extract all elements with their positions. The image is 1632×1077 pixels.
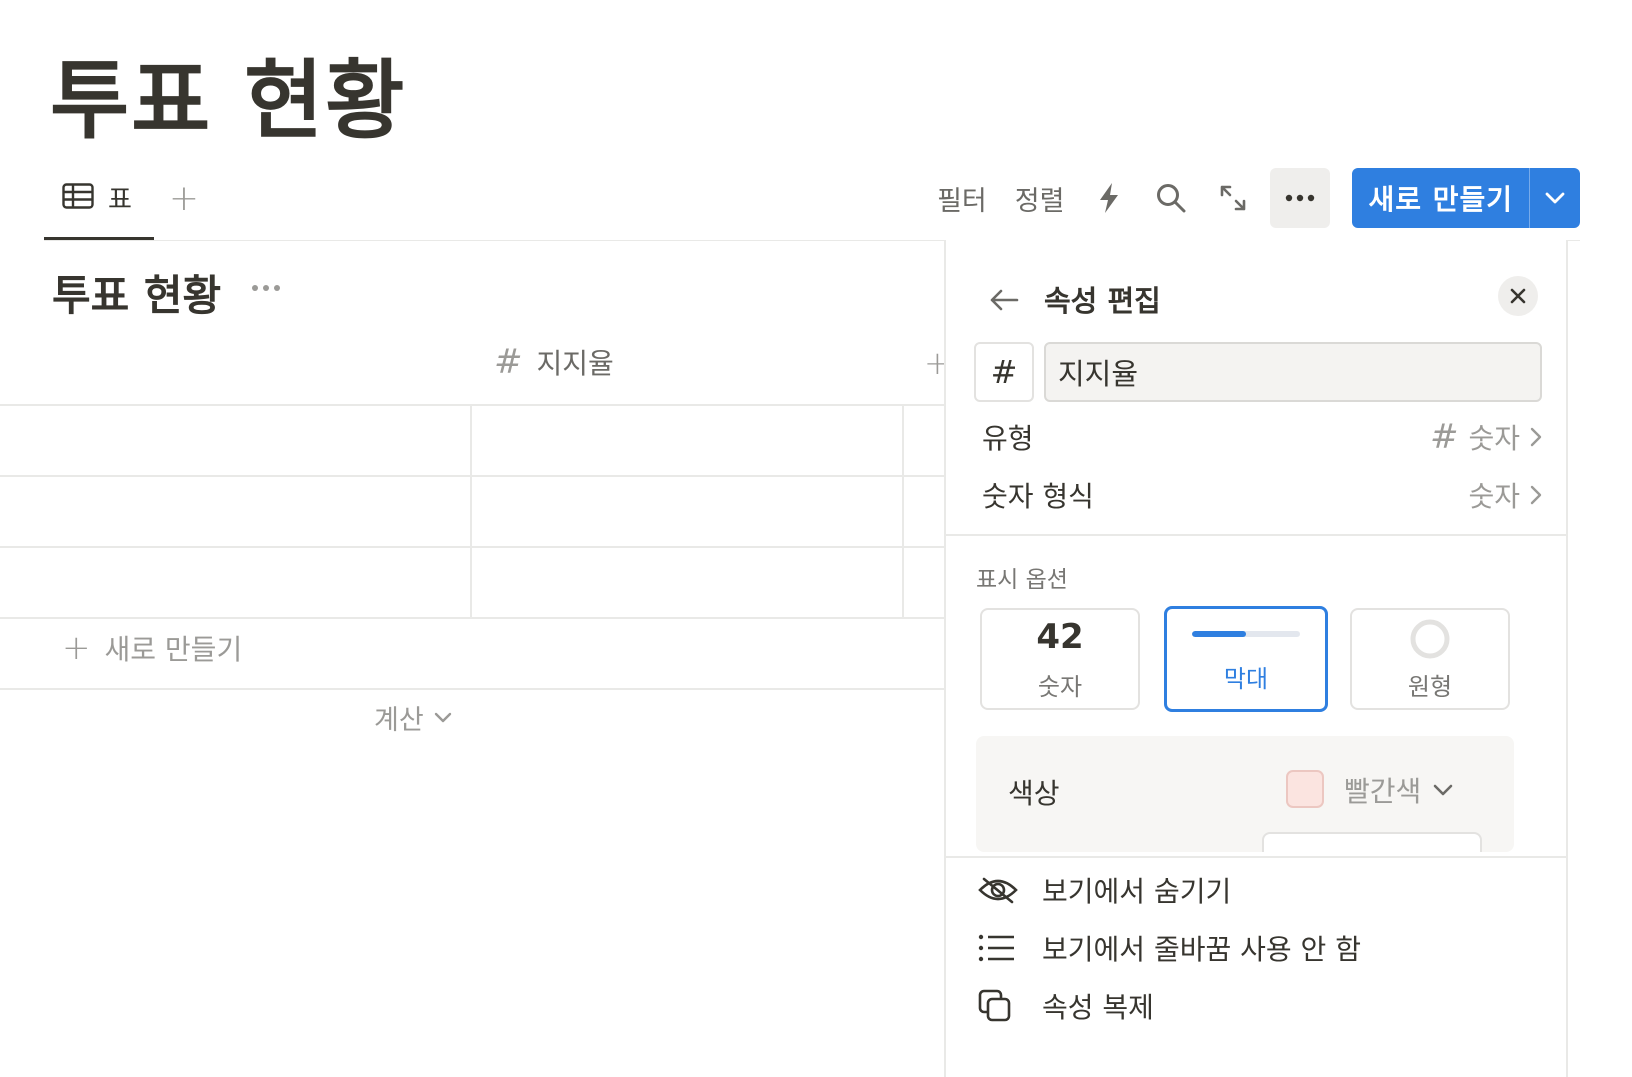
page-title: 투표 현황 xyxy=(50,51,407,151)
bar-preview xyxy=(1192,630,1300,637)
add-view-button[interactable]: + xyxy=(162,176,206,220)
search-button[interactable] xyxy=(1143,170,1199,226)
view-title-more-button[interactable] xyxy=(246,268,286,308)
column-header-label: 지지율 xyxy=(536,347,614,380)
table-footer-border xyxy=(0,688,944,690)
add-row-button[interactable]: + 새로 만들기 xyxy=(62,628,242,668)
list-icon xyxy=(978,934,1024,962)
ellipsis-icon xyxy=(252,285,280,291)
display-option-label: 막대 xyxy=(1223,664,1269,693)
new-button-main[interactable]: 새로 만들기 xyxy=(1352,178,1529,218)
display-option-label: 원형 xyxy=(1407,672,1453,701)
back-button[interactable] xyxy=(984,280,1024,320)
number-type-icon: # xyxy=(1429,417,1459,457)
display-options-label: 표시 옵션 xyxy=(976,567,1068,593)
number-format-label: 숫자 형식 xyxy=(982,480,1094,513)
view-toolbar: 표 + 필터 정렬 새로 만들기 xyxy=(44,158,1580,240)
table-row-border xyxy=(0,617,944,619)
close-button[interactable] xyxy=(1498,276,1538,316)
toolbar-actions: 필터 정렬 새로 만들기 xyxy=(923,168,1580,228)
sort-button[interactable]: 정렬 xyxy=(1015,179,1065,218)
chevron-down-icon xyxy=(1545,192,1565,204)
color-dropdown[interactable]: 빨간색 xyxy=(1344,770,1453,810)
display-option-number[interactable]: 42 숫자 xyxy=(980,608,1140,710)
expand-icon xyxy=(1221,185,1246,211)
hide-in-view-item[interactable]: 보기에서 숨기기 xyxy=(978,862,1538,918)
chevron-right-icon xyxy=(1530,427,1542,447)
add-row-label: 새로 만들기 xyxy=(104,633,243,666)
color-swatch[interactable] xyxy=(1286,770,1324,808)
more-options-button[interactable] xyxy=(1270,168,1331,228)
color-label: 색상 xyxy=(1008,777,1060,810)
panel-divider xyxy=(946,856,1566,858)
arrow-left-icon xyxy=(990,289,1019,311)
plus-icon: + xyxy=(62,628,91,668)
automation-button[interactable] xyxy=(1081,170,1137,226)
filter-button[interactable]: 필터 xyxy=(937,179,987,218)
color-options-preview xyxy=(1262,832,1482,852)
number-preview: 42 xyxy=(1036,616,1084,657)
menu-item-label: 보기에서 숨기기 xyxy=(1042,875,1232,908)
new-button: 새로 만들기 xyxy=(1352,168,1580,228)
property-type-value: 숫자 xyxy=(1468,422,1520,455)
table-row[interactable] xyxy=(0,477,944,546)
lightning-icon xyxy=(1100,183,1119,213)
close-icon xyxy=(1510,288,1526,304)
calculate-label: 계산 xyxy=(374,705,424,736)
expand-button[interactable] xyxy=(1205,170,1261,226)
table-icon xyxy=(62,182,94,213)
new-button-dropdown[interactable] xyxy=(1530,168,1580,228)
eye-slash-icon xyxy=(978,876,1024,904)
table-row[interactable] xyxy=(0,548,944,617)
duplicate-icon xyxy=(978,989,1024,1023)
tab-label: 표 xyxy=(108,185,132,215)
ring-icon xyxy=(1410,619,1450,658)
bar-preview-fill xyxy=(1192,630,1246,637)
number-type-icon: # xyxy=(494,342,523,382)
tab-table-view[interactable]: 표 xyxy=(44,158,154,240)
search-icon xyxy=(1157,184,1186,213)
property-type-icon-button[interactable]: # xyxy=(974,342,1034,402)
chevron-right-icon xyxy=(1530,485,1542,505)
display-option-label: 숫자 xyxy=(1037,672,1083,701)
view-title[interactable]: 투표 현황 xyxy=(52,262,221,323)
number-format-value: 숫자 xyxy=(1468,480,1520,513)
disable-wrap-item[interactable]: 보기에서 줄바꿈 사용 안 함 xyxy=(978,920,1538,976)
menu-item-label: 속성 복제 xyxy=(1042,991,1154,1024)
color-setting: 색상 빨간색 xyxy=(976,736,1514,852)
property-type-label: 유형 xyxy=(982,422,1034,455)
color-value: 빨간색 xyxy=(1344,775,1422,808)
ellipsis-icon xyxy=(1286,194,1315,202)
edit-property-panel: 속성 편집 # 지지율 유형 # 숫자 숫자 형식 숫자 표시 옵션 42 숫자… xyxy=(944,240,1568,1077)
table-row[interactable] xyxy=(0,406,944,475)
property-name-input[interactable]: 지지율 xyxy=(1044,342,1542,402)
panel-title: 속성 편집 xyxy=(1044,284,1161,318)
chevron-down-icon xyxy=(1433,784,1453,796)
column-header-approval-rate[interactable]: # 지지율 xyxy=(494,342,614,382)
chevron-down-icon xyxy=(434,712,451,723)
duplicate-property-item[interactable]: 속성 복제 xyxy=(978,978,1538,1034)
calculate-button[interactable]: 계산 xyxy=(374,698,452,737)
display-option-ring[interactable]: 원형 xyxy=(1350,608,1510,710)
property-type-row[interactable]: 유형 # 숫자 xyxy=(982,412,1542,462)
number-format-row[interactable]: 숫자 형식 숫자 xyxy=(982,470,1542,520)
panel-divider xyxy=(946,534,1566,536)
menu-item-label: 보기에서 줄바꿈 사용 안 함 xyxy=(1042,933,1361,966)
display-option-bar[interactable]: 막대 xyxy=(1164,606,1328,712)
